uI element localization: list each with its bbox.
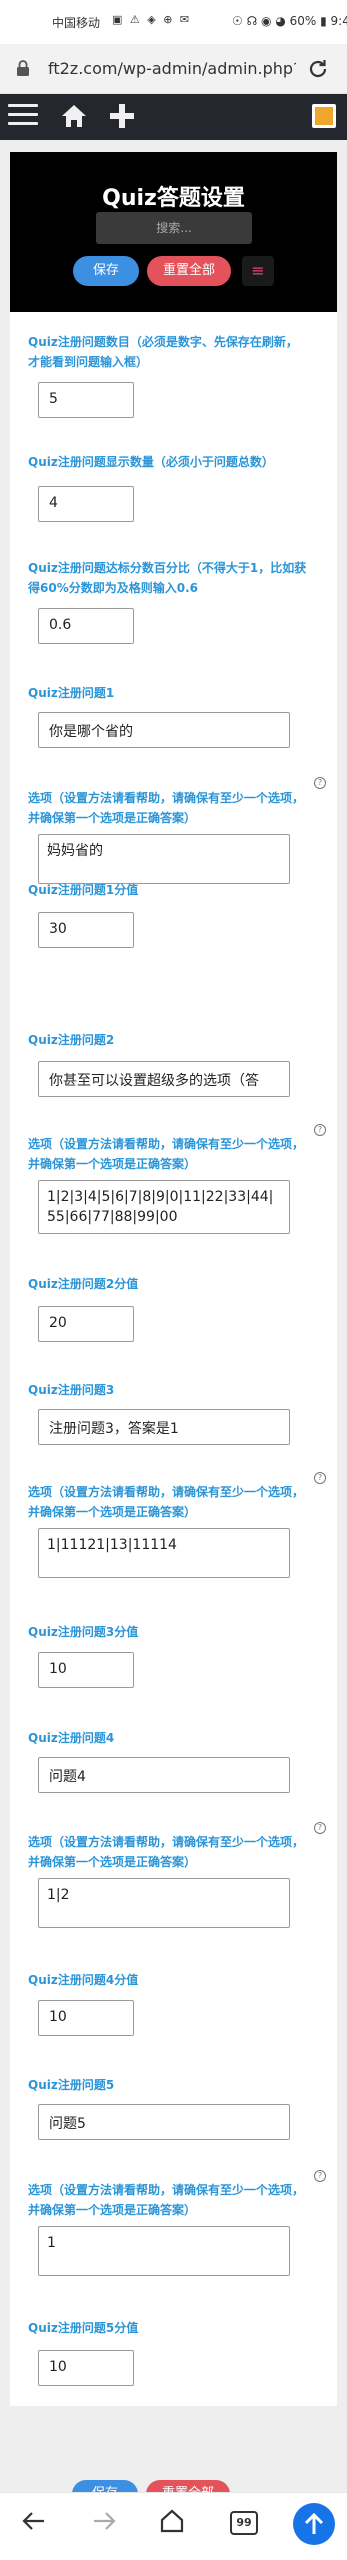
question-1-score-label: Quiz注册问题1分值 xyxy=(28,883,139,897)
pass-percent-label: Quiz注册问题达标分数百分比（不得大于1，比如获得60%分数即为及格则输入0.… xyxy=(28,561,307,595)
question-4-input[interactable]: 问题4 xyxy=(38,1757,290,1793)
display-count-label: Quiz注册问题显示数量（必须小于问题总数） xyxy=(28,455,274,469)
search-input[interactable] xyxy=(96,212,252,244)
display-count-input[interactable]: 4 xyxy=(38,486,134,522)
question-4-options-textarea[interactable]: 1|2 xyxy=(38,1878,290,1928)
question-5-score-label: Quiz注册问题5分值 xyxy=(28,2321,139,2335)
question-count-input[interactable]: 5 xyxy=(38,382,134,418)
question-1-options-textarea[interactable]: 妈妈省的 xyxy=(38,834,290,884)
browser-bottom-nav: 99 xyxy=(0,2492,347,2560)
question-2-score-input[interactable]: 20 xyxy=(38,1306,134,1342)
question-3-options-textarea[interactable]: 1|11121|13|11114 xyxy=(38,1528,290,1578)
question-2-input[interactable]: 你甚至可以设置超级多的选项（答 xyxy=(38,1061,290,1097)
reset-all-button[interactable]: 重置全部 xyxy=(147,256,231,286)
question-4-label: Quiz注册问题4 xyxy=(28,1731,115,1745)
help-icon[interactable]: ? xyxy=(314,2170,326,2182)
question-3-input[interactable]: 注册问题3，答案是1 xyxy=(38,1409,290,1445)
question-count-label: Quiz注册问题数目（必须是数字、先保存在刷新，才能看到问题输入框） xyxy=(28,335,298,369)
question-1-score-input[interactable]: 30 xyxy=(38,912,134,948)
question-1-label: Quiz注册问题1 xyxy=(28,686,115,700)
settings-header: Quiz答题设置 保存 重置全部 ≡ xyxy=(10,152,337,312)
question-4-options-label: 选项（设置方法请看帮助，请确保有至少一个选项，并确保第一个选项是正确答案） xyxy=(28,1835,305,1869)
browser-url-bar: ft2z.com/wp-admin/admin.php?pa xyxy=(0,44,347,94)
battery-clock: ☉ ☊ ◉ ◕ 60% ▮ 9:47 xyxy=(232,14,347,28)
question-5-options-textarea[interactable]: 1 xyxy=(38,2226,290,2276)
help-icon[interactable]: ? xyxy=(314,1822,326,1834)
add-new-icon[interactable] xyxy=(108,102,136,130)
question-5-label: Quiz注册问题5 xyxy=(28,2078,115,2092)
hamburger-menu-icon[interactable] xyxy=(8,104,38,130)
question-2-options-textarea[interactable]: 1|2|3|4|5|6|7|8|9|0|11|22|33|44|55|66|77… xyxy=(38,1180,290,1234)
question-2-label: Quiz注册问题2 xyxy=(28,1033,115,1047)
question-3-options-label: 选项（设置方法请看帮助，请确保有至少一个选项，并确保第一个选项是正确答案） xyxy=(28,1485,305,1519)
user-avatar[interactable] xyxy=(312,104,336,128)
reload-icon[interactable] xyxy=(306,57,330,81)
question-4-score-input[interactable]: 10 xyxy=(38,2000,134,2036)
scroll-up-button[interactable] xyxy=(293,2503,335,2545)
options-menu-button[interactable]: ≡ xyxy=(242,256,274,286)
forward-arrow-icon[interactable] xyxy=(90,2507,118,2535)
status-bar: 中国移动 ▣ ⚠ ◈ ⊕ ✉ ☉ ☊ ◉ ◕ 60% ▮ 9:47 xyxy=(0,0,347,44)
admin-toolbar xyxy=(0,94,347,140)
help-icon[interactable]: ? xyxy=(314,777,326,789)
question-2-score-label: Quiz注册问题2分值 xyxy=(28,1277,139,1291)
question-3-label: Quiz注册问题3 xyxy=(28,1383,115,1397)
help-icon[interactable]: ? xyxy=(314,1124,326,1136)
question-1-options-label: 选项（设置方法请看帮助，请确保有至少一个选项，并确保第一个选项是正确答案） xyxy=(28,791,305,825)
question-3-score-label: Quiz注册问题3分值 xyxy=(28,1625,139,1639)
help-icon[interactable]: ? xyxy=(314,1472,326,1484)
question-5-input[interactable]: 问题5 xyxy=(38,2104,290,2140)
tab-count-button[interactable]: 99 xyxy=(230,2511,258,2535)
lock-icon xyxy=(17,60,29,76)
question-5-options-label: 选项（设置方法请看帮助，请确保有至少一个选项，并确保第一个选项是正确答案） xyxy=(28,2183,305,2217)
home-icon[interactable] xyxy=(60,102,88,130)
pass-percent-input[interactable]: 0.6 xyxy=(38,608,134,644)
question-5-score-input[interactable]: 10 xyxy=(38,2350,134,2386)
carrier-name: 中国移动 xyxy=(52,16,101,30)
save-button[interactable]: 保存 xyxy=(73,256,139,286)
page-title: Quiz答题设置 xyxy=(102,186,245,211)
back-arrow-icon[interactable] xyxy=(20,2507,48,2535)
arrow-up-icon xyxy=(304,2512,324,2534)
url-text[interactable]: ft2z.com/wp-admin/admin.php?pa xyxy=(48,59,296,78)
question-2-options-label: 选项（设置方法请看帮助，请确保有至少一个选项，并确保第一个选项是正确答案） xyxy=(28,1137,305,1171)
question-3-score-input[interactable]: 10 xyxy=(38,1652,134,1688)
home-nav-icon[interactable] xyxy=(158,2507,186,2535)
question-4-score-label: Quiz注册问题4分值 xyxy=(28,1973,139,1987)
status-icons: ▣ ⚠ ◈ ⊕ ✉ xyxy=(112,13,192,26)
question-1-input[interactable]: 你是哪个省的 xyxy=(38,712,290,748)
